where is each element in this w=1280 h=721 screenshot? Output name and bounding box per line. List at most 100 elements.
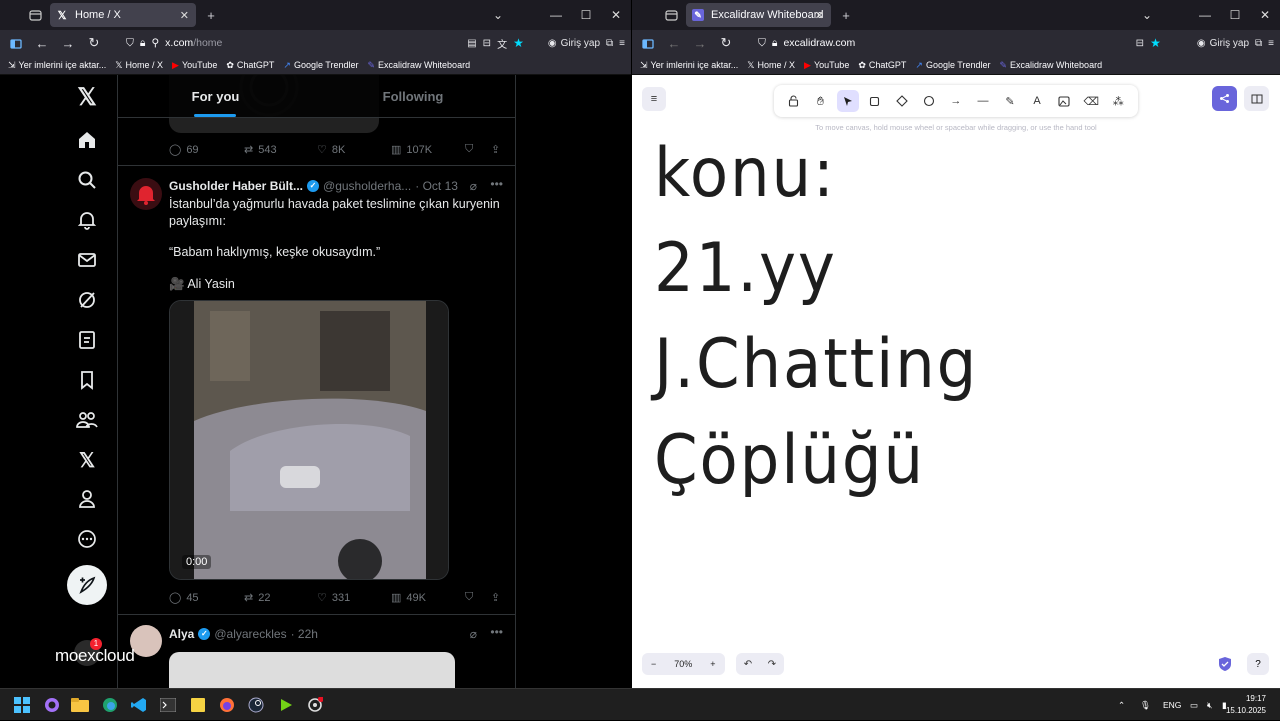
minimize-icon[interactable]: — [1190, 0, 1220, 30]
more-options-icon[interactable]: ••• [490, 625, 503, 639]
minimize-icon[interactable]: — [541, 0, 571, 30]
close-tab-icon[interactable]: ✕ [815, 9, 824, 22]
close-window-icon[interactable]: ✕ [601, 0, 631, 30]
menu-icon[interactable]: ≡ [619, 38, 625, 49]
network-icon[interactable]: ▭ [1190, 689, 1198, 721]
ellipse-tool[interactable] [918, 90, 940, 112]
drawing-text-line4[interactable]: Çöplüğü [654, 427, 925, 495]
tweet[interactable]: Gusholder Haber Bült... ✓ @gusholderha..… [118, 166, 515, 616]
bookmark-x[interactable]: 𝕏 Home / X [115, 60, 163, 71]
search-icon[interactable] [75, 168, 99, 192]
new-tab-icon[interactable]: + [196, 0, 226, 30]
share-button[interactable]: ⇪ [491, 143, 500, 156]
grok-icon[interactable]: ⌀ [470, 627, 477, 641]
address-bar[interactable]: ⛉ 🔒︎ excalidraw.com [758, 37, 855, 50]
repost-button[interactable]: ⇄ 543 [244, 143, 277, 157]
more-icon[interactable] [75, 527, 99, 551]
install-app-icon[interactable]: ⊟ [1136, 38, 1144, 49]
line-tool[interactable]: — [972, 90, 994, 112]
tab-excalidraw[interactable]: ✎ Excalidraw Whiteboard ✕ [686, 3, 831, 27]
eraser-tool[interactable]: ⌫ [1080, 90, 1102, 112]
bookmark-youtube[interactable]: ▶ YouTube [804, 60, 849, 71]
tweet-time[interactable]: · Oct 13 [415, 179, 458, 193]
app-gear-icon[interactable] [305, 695, 325, 715]
drawing-text-line3[interactable]: J.Chatting [654, 331, 978, 399]
author-handle[interactable]: @alyareckles [214, 627, 286, 641]
permissions-icon[interactable]: ⊟ [483, 38, 491, 49]
new-tab-icon[interactable]: + [831, 0, 861, 30]
bookmark-chatgpt[interactable]: ✿ ChatGPT [226, 60, 274, 71]
windows-start-icon[interactable] [12, 695, 32, 715]
extensions-icon[interactable]: ⧉ [606, 38, 613, 49]
microphone-icon[interactable]: 🎙︎ [1140, 689, 1151, 721]
avatar[interactable] [130, 625, 162, 657]
bookmark-import[interactable]: ⇲ Yer imlerini içe aktar... [640, 60, 738, 71]
reply-button[interactable]: ◯ 69 [169, 143, 199, 157]
image-tool[interactable] [1053, 90, 1075, 112]
redo-icon[interactable]: ↷ [768, 659, 776, 670]
bookmark-star-icon[interactable]: ★ [513, 36, 524, 50]
login-button[interactable]: ◉ Giriş yap [548, 38, 600, 49]
tab-list-icon[interactable] [656, 0, 686, 30]
github-icon[interactable] [42, 695, 62, 715]
forward-icon[interactable]: → [56, 31, 80, 55]
main-menu-button[interactable]: ≡ [642, 87, 666, 111]
reload-icon[interactable]: ↻ [714, 31, 738, 55]
tweet-image[interactable] [169, 652, 455, 688]
volume-muted-icon[interactable]: 🔇︎ [1207, 689, 1212, 721]
bookmark-import[interactable]: ⇲ Yer imlerini içe aktar... [8, 60, 106, 71]
translate-icon[interactable]: 文 [497, 36, 507, 51]
maximize-icon[interactable]: ☐ [1220, 0, 1250, 30]
reply-button[interactable]: ◯ 45 [169, 591, 199, 605]
maximize-icon[interactable]: ☐ [571, 0, 601, 30]
tweet-video[interactable]: 0:00 [169, 300, 449, 580]
tab-overflow-icon[interactable]: ⌄ [1132, 0, 1162, 30]
tab-following[interactable]: Following [313, 75, 513, 117]
views-button[interactable]: ▥ 49K [391, 591, 426, 605]
app-play-icon[interactable] [276, 695, 296, 715]
sidebar-toggle-icon[interactable] [4, 31, 28, 55]
author-name[interactable]: Gusholder Haber Bült... [169, 179, 303, 193]
selection-tool[interactable] [836, 90, 859, 112]
extensions-icon[interactable]: ⧉ [1255, 38, 1262, 49]
author-name[interactable]: Alya [169, 627, 194, 641]
firefox-icon[interactable] [217, 695, 237, 715]
encryption-shield-icon[interactable] [1218, 656, 1232, 672]
login-button[interactable]: ◉ Giriş yap [1197, 38, 1249, 49]
diamond-tool[interactable] [891, 90, 913, 112]
zoom-level[interactable]: 70% [665, 659, 701, 669]
file-explorer-icon[interactable] [70, 695, 90, 715]
arrow-tool[interactable]: → [945, 90, 967, 112]
profile-icon[interactable] [75, 487, 99, 511]
library-button[interactable] [1244, 86, 1269, 111]
tweet[interactable]: Alya ✓ @alyareckles · 22h ⌀ ••• [118, 615, 515, 688]
draw-tool[interactable]: ✎ [999, 90, 1021, 112]
terminal-icon[interactable] [158, 695, 178, 715]
back-icon[interactable]: ← [662, 31, 686, 55]
share-button[interactable]: ⇪ [491, 591, 500, 604]
premium-x-icon[interactable]: 𝕏 [75, 448, 99, 472]
more-tools[interactable]: ⁂ [1107, 90, 1129, 112]
reload-icon[interactable]: ↻ [82, 31, 106, 55]
tab-for-you[interactable]: For you [118, 75, 313, 117]
tab-list-icon[interactable] [20, 0, 50, 30]
x-logo-icon[interactable]: 𝕏 [75, 84, 99, 111]
bookmark-button[interactable]: ⛉ [465, 143, 473, 156]
sticky-notes-icon[interactable] [188, 695, 208, 715]
undo-icon[interactable]: ↶ [744, 659, 752, 670]
grok-icon[interactable] [75, 288, 99, 312]
tab-x-home[interactable]: 𝕏 Home / X ✕ [50, 3, 196, 27]
repost-button[interactable]: ⇄ 22 [244, 591, 270, 605]
like-button[interactable]: ♡ 8K [317, 143, 345, 157]
drawing-text-line1[interactable]: konu: [654, 140, 836, 208]
lists-icon[interactable] [75, 328, 99, 352]
bookmark-google-trends[interactable]: ↗ Google Trendler [915, 60, 990, 71]
bookmark-excalidraw[interactable]: ✎ Excalidraw Whiteboard [367, 60, 470, 71]
forward-icon[interactable]: → [688, 31, 712, 55]
text-tool[interactable]: A [1026, 90, 1048, 112]
drawing-text-line2[interactable]: 21.yy [654, 235, 837, 303]
tweet-time[interactable]: · 22h [291, 627, 318, 641]
like-button[interactable]: ♡ 331 [317, 591, 350, 605]
home-icon[interactable] [75, 128, 99, 152]
bookmark-google-trends[interactable]: ↗ Google Trendler [283, 60, 358, 71]
